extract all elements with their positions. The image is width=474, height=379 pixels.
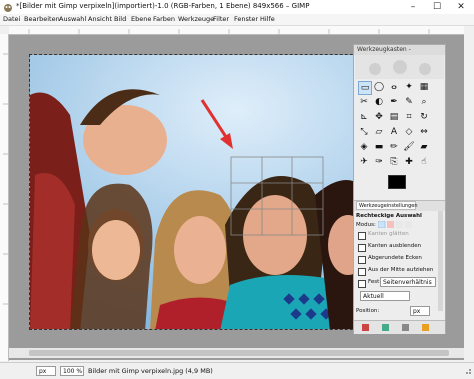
clone-icon[interactable]: ⎘ [388, 156, 400, 168]
menu-ebene[interactable]: Ebene [131, 15, 151, 23]
menu-fenster[interactable]: Fenster [234, 15, 258, 23]
ellipse-select-icon[interactable]: ◯ [373, 81, 385, 93]
gradient-icon[interactable]: ▬ [373, 141, 385, 153]
gimp-icon [3, 2, 13, 12]
unit-select[interactable]: px [36, 366, 56, 376]
mode-buttons[interactable] [377, 220, 418, 229]
shear-icon[interactable]: ▱ [373, 126, 385, 138]
file-info: Bilder mit Gimp verpixeln.jpg (4,9 MB) [88, 367, 213, 375]
flip-icon[interactable]: ⇔ [418, 126, 430, 138]
resize-grip-icon[interactable] [464, 365, 472, 375]
measure-icon[interactable]: ⊾ [358, 111, 370, 123]
gimp-logo-area [355, 55, 444, 79]
zoom-select[interactable]: 100 % [60, 366, 84, 376]
fixed-select[interactable]: Seitenverhältnis [380, 277, 436, 287]
rounded-corners-checkbox[interactable] [358, 256, 366, 264]
ink-icon[interactable]: ✑ [373, 156, 385, 168]
color-picker-icon[interactable]: ✎ [403, 96, 415, 108]
align-icon[interactable]: ▤ [388, 111, 400, 123]
title-bar: *[Bilder mit Gimp verpixeln](importiert)… [0, 0, 474, 14]
menu-datei[interactable]: Datei [3, 15, 20, 23]
window-title: *[Bilder mit Gimp verpixeln](importiert)… [16, 2, 310, 10]
rect-select-icon[interactable]: ▭ [358, 81, 372, 95]
text-icon[interactable]: A [388, 126, 400, 138]
menu-auswahl[interactable]: Auswahl [59, 15, 86, 23]
antialias-label: Kanten glätten [368, 231, 409, 237]
menu-bearbeiten[interactable]: Bearbeiten [24, 15, 60, 23]
feather-checkbox[interactable] [358, 244, 366, 252]
menu-farben[interactable]: Farben [153, 15, 175, 23]
position-label: Position: [356, 308, 380, 314]
menu-ansicht[interactable]: Ansicht [88, 15, 112, 23]
toolbox-bottom-bar [354, 320, 445, 334]
rounded-corners-label: Abgerundete Ecken [368, 255, 422, 261]
color-select-icon[interactable]: ▦ [418, 81, 430, 93]
lasso-icon[interactable]: ⴰ [388, 81, 400, 93]
minimize-button[interactable]: – [402, 0, 424, 14]
status-bar: px 100 % Bilder mit Gimp verpixeln.jpg (… [0, 362, 474, 379]
heal-icon[interactable]: ✚ [403, 156, 415, 168]
airbrush-icon[interactable]: ✈ [358, 156, 370, 168]
menu-bild[interactable]: Bild [114, 15, 126, 23]
modus-label: Modus: [356, 222, 376, 228]
pencil-icon[interactable]: ✏ [388, 141, 400, 153]
antialias-checkbox[interactable] [358, 232, 366, 240]
menu-bar: Datei Bearbeiten Auswahl Ansicht Bild Eb… [0, 14, 474, 26]
eraser-icon[interactable]: ▰ [418, 141, 430, 153]
scrollbar-thumb[interactable] [29, 350, 449, 356]
position-unit-select[interactable]: px [410, 306, 430, 316]
vertical-ruler[interactable] [0, 34, 9, 361]
toolbox-window: Werkzeugkasten - Werkzeug... ▭ ◯ ⴰ ✦ ▦ ✂… [353, 44, 446, 334]
options-scrollbar[interactable] [438, 211, 443, 311]
tab-tool-options[interactable]: Werkzeugeinstellungen [356, 201, 418, 210]
move-icon[interactable]: ✥ [373, 111, 385, 123]
brush-icon[interactable]: 🖌 [403, 141, 415, 153]
aspect-input[interactable]: Aktuell [360, 291, 410, 301]
scale-icon[interactable]: ⤡ [358, 126, 370, 138]
horizontal-scrollbar[interactable] [9, 348, 464, 358]
perspective-icon[interactable]: ◇ [403, 126, 415, 138]
maximize-button[interactable]: ☐ [426, 0, 448, 14]
zoom-icon[interactable]: ⌕ [418, 96, 430, 108]
fixed-checkbox[interactable] [358, 280, 366, 288]
expand-center-checkbox[interactable] [358, 268, 366, 276]
paths-icon[interactable]: ✒ [388, 96, 400, 108]
menu-werkzeuge[interactable]: Werkzeuge [178, 15, 214, 23]
close-button[interactable]: ✕ [450, 0, 472, 14]
tool-name: Rechteckige Auswahl [356, 213, 422, 219]
horizontal-ruler[interactable] [9, 26, 464, 35]
foreground-select-icon[interactable]: ◐ [373, 96, 385, 108]
smudge-icon[interactable]: ☝ [418, 156, 430, 168]
rotate-icon[interactable]: ↻ [418, 111, 430, 123]
crop-icon[interactable]: ⌗ [403, 111, 415, 123]
menu-hilfe[interactable]: Hilfe [260, 15, 275, 23]
expand-center-label: Aus der Mitte aufziehen [368, 267, 434, 273]
fuzzy-select-icon[interactable]: ✦ [403, 81, 415, 93]
foreground-color[interactable] [388, 175, 406, 189]
feather-label: Kanten ausblenden [368, 243, 422, 249]
menu-filter[interactable]: Filter [213, 15, 229, 23]
scissors-icon[interactable]: ✂ [358, 96, 370, 108]
bucket-fill-icon[interactable]: ◈ [358, 141, 370, 153]
toolbox-title: Werkzeugkasten - Werkzeug... [354, 45, 445, 63]
